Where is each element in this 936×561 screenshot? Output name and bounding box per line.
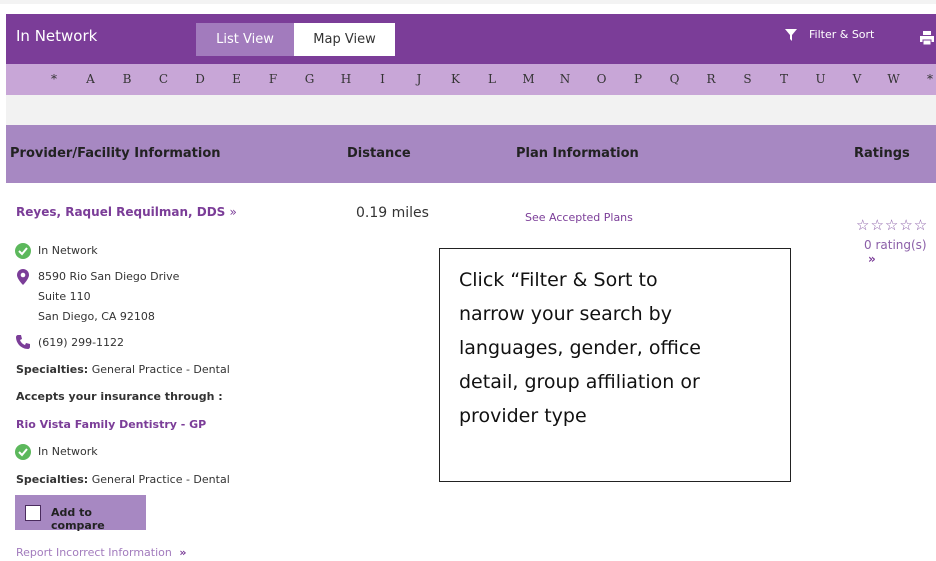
alphabet-letter[interactable]: K [451,72,460,86]
alphabet-letter[interactable]: * [927,72,933,86]
filter-sort-label: Filter & Sort [809,28,875,41]
alphabet-letter[interactable]: N [560,72,571,86]
add-to-compare-button[interactable]: Add to compare [15,495,146,532]
check-circle-icon [15,444,31,460]
spacer-bar [6,95,936,125]
alphabet-letter[interactable]: M [522,72,534,86]
alphabet-letter[interactable]: B [123,72,132,86]
report-label: Report Incorrect Information [16,546,172,559]
compare-label: Add to compare [51,506,105,532]
column-distance: Distance [347,146,411,161]
alphabet-letter[interactable]: J [417,72,422,86]
specialties-value: General Practice - Dental [91,363,230,376]
alphabet-letter[interactable]: U [815,72,825,86]
alphabet-letter[interactable]: P [634,72,642,86]
alphabet-letter[interactable]: D [195,72,205,86]
column-ratings: Ratings [854,146,910,161]
list-view-button[interactable]: List View [196,23,294,56]
phone-number[interactable]: (619) 299-1122 [38,336,124,349]
group-name-link[interactable]: Rio Vista Family Dentistry - GP [16,418,206,431]
alphabet-letter[interactable]: O [597,72,607,86]
compare-checkbox[interactable] [25,505,41,521]
check-circle-icon [15,243,31,259]
provider-name: Reyes, Raquel Requilman, DDS [16,205,226,219]
provider-name-link[interactable]: Reyes, Raquel Requilman, DDS » [16,205,237,219]
alphabet-filter-bar: *ABCDEFGHIJKLMNOPQRSTUVW*Y [6,64,936,95]
callout-line-2: narrow your search by [459,303,672,325]
network-title: In Network [16,27,98,45]
alphabet-letter[interactable]: L [488,72,496,86]
rating-count-link[interactable]: 0 rating(s) » [864,238,936,266]
report-arrow: » [179,546,187,559]
alphabet-letter[interactable]: E [232,72,241,86]
callout-line-1: Click “Filter & Sort to [459,269,658,291]
alphabet-letter[interactable]: G [305,72,315,86]
address-line-1: 8590 Rio San Diego Drive [38,270,180,283]
address-line-3: San Diego, CA 92108 [38,310,155,323]
accepts-insurance-label: Accepts your insurance through : [16,390,223,403]
column-provider: Provider/Facility Information [10,146,221,161]
group-network-status: In Network [38,445,98,458]
rating-count: 0 rating(s) [864,238,927,252]
location-pin-icon [17,269,29,285]
callout-line-4: detail, group affiliation or [459,371,700,393]
alphabet-letter[interactable]: R [706,72,715,86]
see-accepted-plans-link[interactable]: See Accepted Plans [525,211,633,224]
alphabet-letter[interactable]: H [341,72,351,86]
alphabet-letter[interactable]: Q [670,72,680,86]
column-header-bar: Provider/Facility Information Distance P… [6,125,936,183]
rating-arrow: » [868,252,876,266]
view-toggle: List View Map View [196,23,395,56]
distance-value: 0.19 miles [356,205,429,221]
column-plan: Plan Information [516,146,639,161]
funnel-icon [785,28,797,41]
address-line-2: Suite 110 [38,290,91,303]
report-incorrect-info-link[interactable]: Report Incorrect Information » [16,546,186,559]
phone-icon [16,335,30,349]
map-view-button[interactable]: Map View [294,23,395,56]
top-strip [0,0,936,4]
alphabet-letter[interactable]: * [51,72,57,86]
group-specialties-label: Specialties: [16,473,89,486]
results-header: In Network List View Map View Filter & S… [6,14,936,64]
instruction-callout: Click “Filter & Sort to narrow your sear… [439,248,791,482]
alphabet-letter[interactable]: V [853,72,862,86]
specialties-label: Specialties: [16,363,89,376]
filter-sort-button[interactable]: Filter & Sort [785,28,874,41]
alphabet-letter[interactable]: T [780,72,788,86]
callout-line-5: provider type [459,405,587,427]
specialties-row: Specialties: General Practice - Dental [16,363,230,376]
print-icon[interactable] [919,30,935,46]
group-specialties-value: General Practice - Dental [91,473,230,486]
provider-arrow: » [229,205,237,219]
alphabet-letter[interactable]: C [159,72,168,86]
alphabet-letter[interactable]: S [743,72,751,86]
alphabet-letter[interactable]: A [86,72,95,86]
alphabet-letter[interactable]: W [887,72,899,86]
alphabet-letter[interactable]: F [269,72,277,86]
rating-stars[interactable]: ☆☆☆☆☆ [856,216,928,234]
alphabet-letter[interactable]: I [380,72,385,86]
callout-line-3: languages, gender, office [459,337,701,359]
network-status: In Network [38,244,98,257]
group-specialties-row: Specialties: General Practice - Dental [16,473,230,486]
